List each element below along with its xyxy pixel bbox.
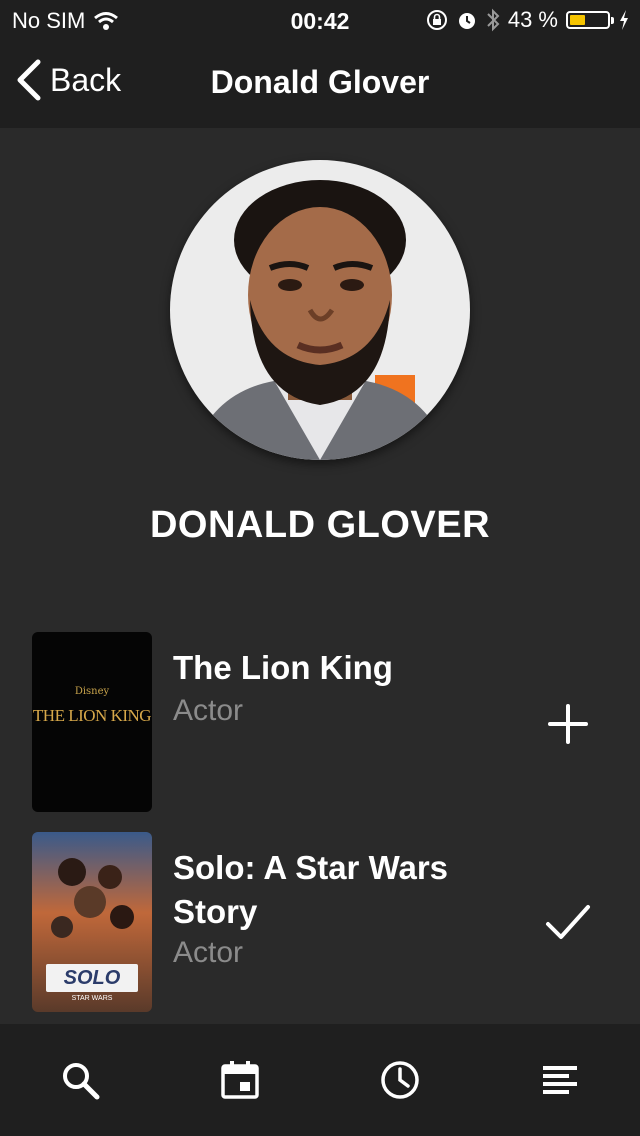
poster-title: THE LION KING — [32, 706, 152, 725]
credit-role: Actor — [173, 694, 244, 727]
charging-icon — [620, 10, 628, 30]
tab-bar — [0, 1024, 640, 1136]
battery-percent: 43 % — [507, 7, 558, 32]
add-to-watchlist-button[interactable] — [538, 694, 598, 754]
tab-search[interactable] — [54, 1054, 106, 1106]
back-label: Back — [50, 61, 122, 98]
plus-icon — [548, 704, 588, 744]
back-button[interactable]: Back — [14, 58, 121, 102]
tab-calendar[interactable] — [214, 1054, 266, 1106]
avatar — [170, 160, 470, 460]
credit-title: Solo: A Star Wars Story — [173, 849, 449, 930]
battery-fill — [570, 15, 586, 25]
poster-title: SOLO — [63, 967, 121, 989]
tab-history[interactable] — [374, 1054, 426, 1106]
clock-icon — [381, 1061, 419, 1099]
poster-brand: Disney — [74, 686, 110, 697]
in-watchlist-button[interactable] — [538, 892, 598, 952]
calendar-icon — [221, 1061, 259, 1099]
person-name: DONALD GLOVER — [149, 504, 491, 546]
poster-solo: SOLO STAR WARS — [32, 832, 152, 1012]
bluetooth-icon — [487, 8, 500, 32]
credit-role: Actor — [173, 936, 244, 969]
search-icon — [63, 1063, 100, 1100]
credit-title: The Lion King — [173, 649, 393, 686]
status-right: 43 % — [426, 7, 630, 33]
battery-icon — [566, 11, 614, 29]
portrait-photo — [170, 160, 470, 460]
list-icon — [543, 1066, 577, 1094]
alarm-icon — [458, 13, 475, 29]
chevron-left-icon — [17, 59, 41, 101]
credit-row[interactable]: SOLO STAR WARS Solo: A Star Wars Story A… — [0, 830, 640, 1014]
checkmark-icon — [546, 905, 590, 939]
orientation-lock-icon — [426, 10, 447, 30]
tab-list[interactable] — [534, 1054, 586, 1106]
status-bar: No SIM 00:42 43 % — [0, 0, 640, 40]
nav-bar: Back Donald Glover — [0, 40, 640, 128]
credit-row[interactable]: Disney THE LION KING The Lion King Actor — [0, 630, 640, 814]
poster-lion-king: Disney THE LION KING — [32, 632, 152, 812]
poster-subtitle: STAR WARS — [71, 995, 113, 1002]
